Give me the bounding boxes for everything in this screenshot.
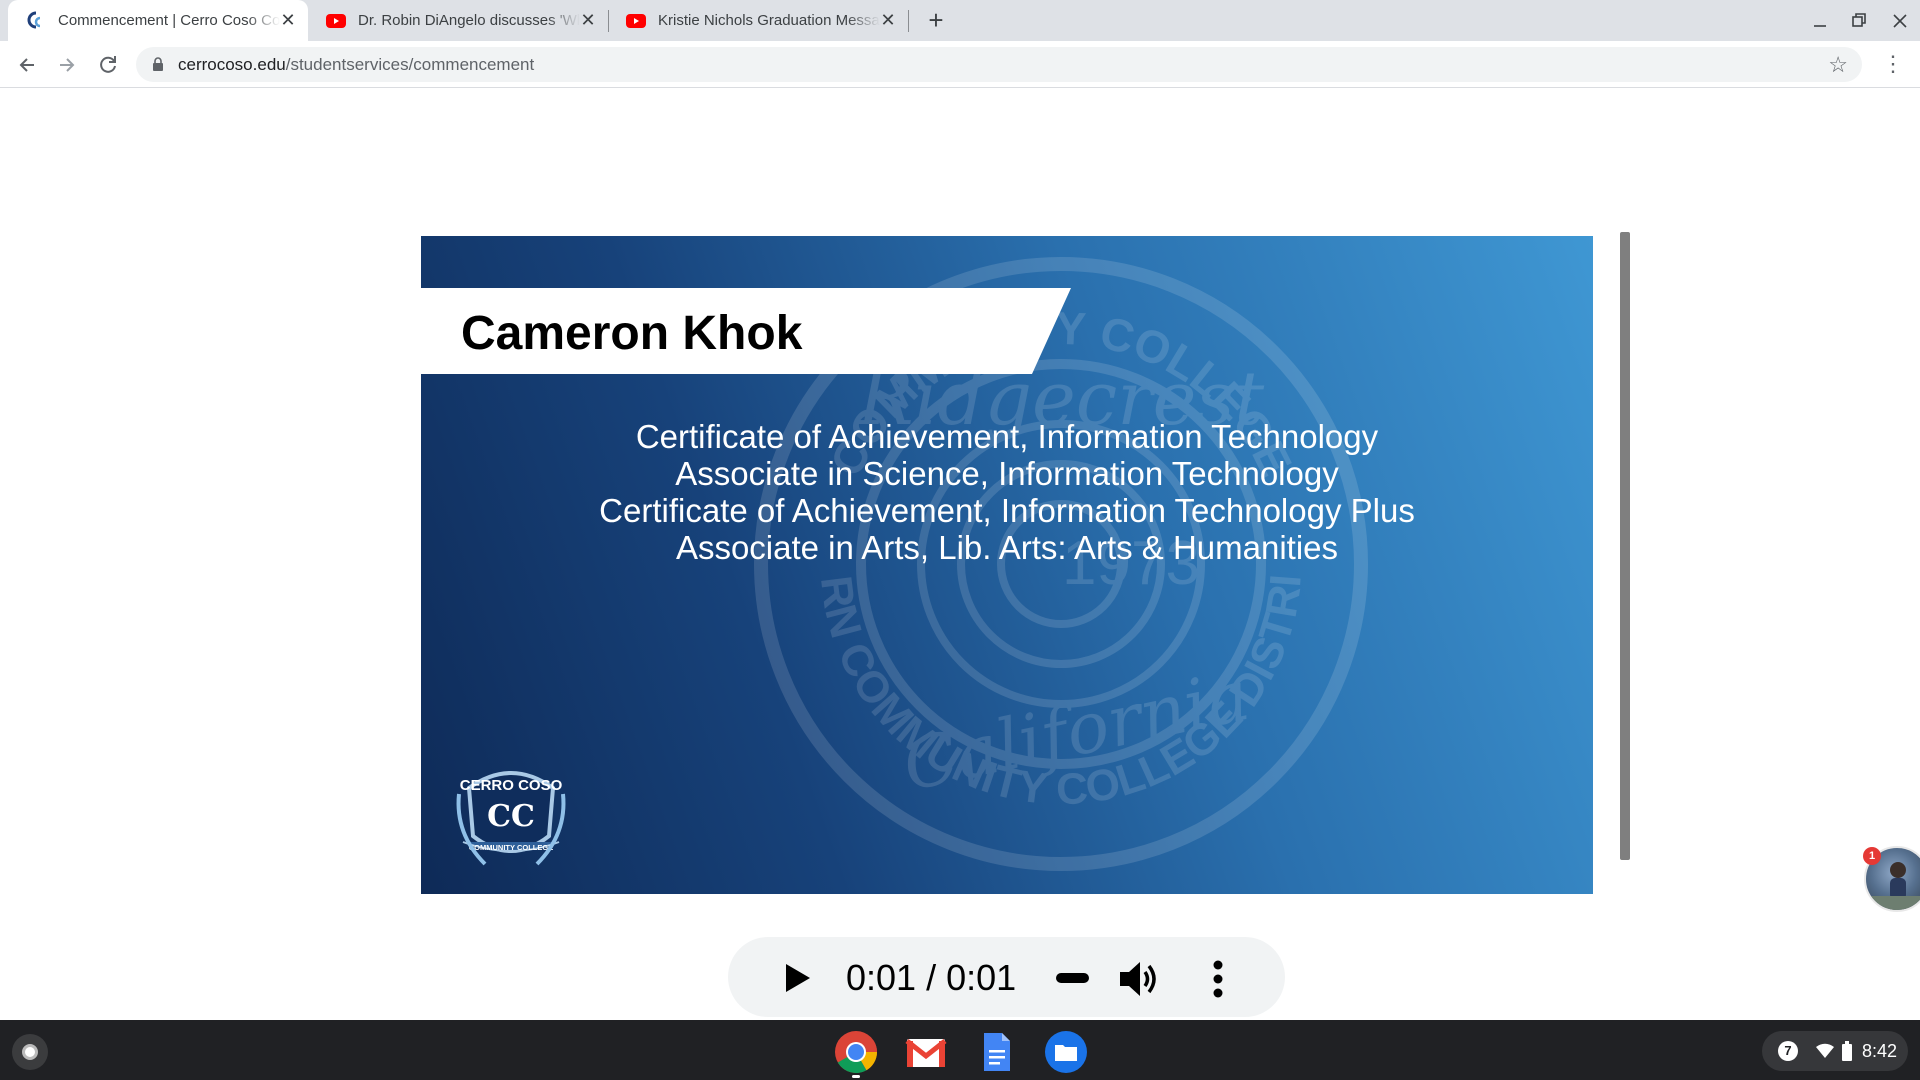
browser-toolbar: cerrocoso.edu/studentservices/commenceme… <box>0 41 1920 88</box>
degree-line: Associate in Science, Information Techno… <box>675 455 1339 492</box>
tab-commencement[interactable]: Commencement | Cerro Coso Community Coll… <box>8 0 308 41</box>
commencement-slide: COMMUNITY COLLEGE KERN COMMUNITY COLLEGE… <box>421 236 1593 894</box>
close-tab-icon[interactable]: ✕ <box>278 10 298 30</box>
close-window-icon[interactable] <box>1887 8 1913 34</box>
tab-separator <box>908 10 909 32</box>
address-bar[interactable]: cerrocoso.edu/studentservices/commenceme… <box>136 47 1862 82</box>
notification-badge: 1 <box>1863 847 1881 865</box>
notification-count: 7 <box>1778 1041 1798 1061</box>
degree-line: Certificate of Achievement, Information … <box>599 492 1415 529</box>
battery-icon <box>1842 1041 1852 1061</box>
forward-icon[interactable] <box>52 50 82 80</box>
audio-time: 0:01 / 0:01 <box>846 957 1017 998</box>
play-icon[interactable] <box>784 963 812 998</box>
active-app-indicator <box>852 1075 860 1078</box>
name-banner: Cameron Khok <box>421 288 1071 374</box>
tab-title: Commencement | Cerro Coso Community Coll… <box>58 12 280 29</box>
bookmark-star-icon[interactable]: ☆ <box>1828 52 1848 78</box>
cerro-coso-icon <box>26 11 46 31</box>
chrome-icon[interactable] <box>834 1030 878 1074</box>
degree-list: Certificate of Achievement, Information … <box>421 418 1593 566</box>
status-tray[interactable]: 7 8:42 <box>1762 1031 1908 1071</box>
new-tab-icon[interactable]: + <box>922 6 950 34</box>
svg-text:CC: CC <box>487 799 535 834</box>
volume-icon[interactable] <box>1118 959 1162 1004</box>
reload-icon[interactable] <box>93 50 123 80</box>
svg-text:COMMUNITY COLLEGE: COMMUNITY COLLEGE <box>469 843 553 852</box>
cerro-coso-logo: CERRO COSO CC COMMUNITY COLLEGE <box>456 771 566 866</box>
youtube-icon <box>326 11 346 31</box>
url-path: /studentservices/commencement <box>285 55 535 74</box>
youtube-icon <box>626 11 646 31</box>
clock: 8:42 <box>1862 1041 1898 1061</box>
tab-title: Dr. Robin DiAngelo discusses 'White Frag… <box>358 12 580 29</box>
tab-strip: Commencement | Cerro Coso Community Coll… <box>0 0 1920 41</box>
restore-icon[interactable] <box>1846 8 1872 34</box>
close-tab-icon[interactable]: ✕ <box>878 10 898 30</box>
wifi-icon <box>1816 1043 1834 1058</box>
tab-robin-diangelo[interactable]: Dr. Robin DiAngelo discusses 'White Frag… <box>308 0 608 41</box>
degree-line: Certificate of Achievement, Information … <box>635 418 1379 455</box>
degree-line: Associate in Arts, Lib. Arts: Arts & Hum… <box>675 529 1339 566</box>
browser-menu-icon[interactable]: ⋮ <box>1882 50 1904 78</box>
tab-title: Kristie Nichols Graduation Message <box>658 12 880 29</box>
back-icon[interactable] <box>12 50 42 80</box>
os-shelf: 7 8:42 <box>0 1020 1920 1080</box>
minimize-icon[interactable] <box>1807 8 1833 34</box>
lock-icon <box>152 57 164 77</box>
audio-player: 0:01 / 0:01 <box>728 937 1285 1017</box>
svg-text:CERRO COSO: CERRO COSO <box>460 777 563 794</box>
docs-icon[interactable] <box>974 1030 1018 1074</box>
url-text: cerrocoso.edu/studentservices/commenceme… <box>178 55 534 75</box>
more-options-icon[interactable] <box>1212 959 1224 1004</box>
graduate-name: Cameron Khok <box>461 307 803 360</box>
url-host: cerrocoso.edu <box>178 55 286 74</box>
close-tab-icon[interactable]: ✕ <box>578 10 598 30</box>
files-icon[interactable] <box>1044 1030 1088 1074</box>
tab-kristie-nichols[interactable]: Kristie Nichols Graduation Message ✕ <box>608 0 908 41</box>
seek-bar[interactable] <box>1056 973 1089 983</box>
slide-scrollbar[interactable] <box>1620 232 1630 860</box>
launcher-icon[interactable] <box>12 1034 48 1070</box>
gmail-icon[interactable] <box>904 1030 948 1074</box>
